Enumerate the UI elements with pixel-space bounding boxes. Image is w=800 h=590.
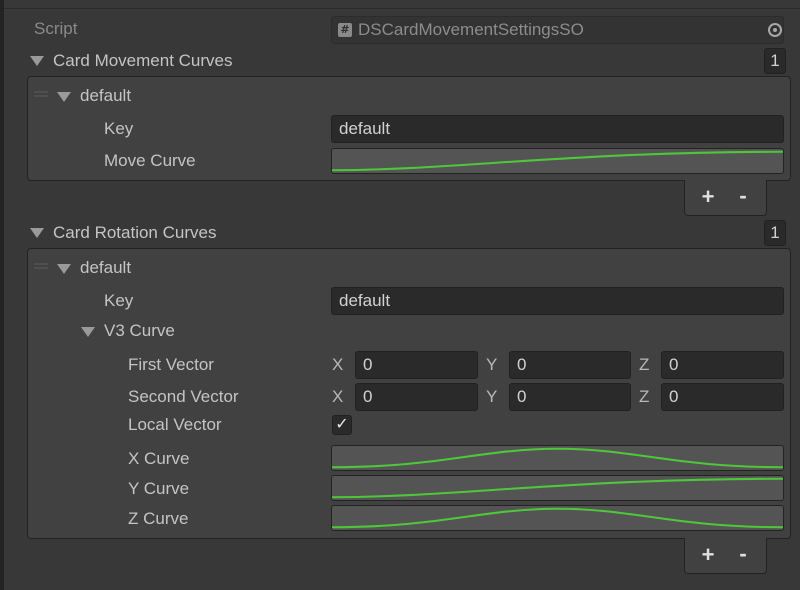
second-vector-x-label[interactable]: X [332,386,343,408]
x-curve-field[interactable] [331,445,784,471]
movement-remove-button[interactable]: - [730,181,756,211]
element-foldout-arrow-icon[interactable] [57,264,71,274]
z-curve-label: Z Curve [128,509,189,528]
first-vector-y-input[interactable]: 0 [509,351,631,379]
y-curve-label: Y Curve [128,479,190,498]
inspector-top-strip [4,0,800,9]
second-vector-x-input[interactable]: 0 [355,383,478,411]
rotation-key-input[interactable]: default [331,287,784,315]
second-vector-y-label[interactable]: Y [486,386,497,408]
movement-key-input[interactable]: default [331,115,784,143]
rotation-add-remove-footer: + - [684,538,767,574]
drag-handle-icon[interactable] [34,91,48,97]
movement-key-label: Key [104,119,134,138]
rotation-list-size-field[interactable]: 1 [764,220,786,246]
move-curve-label: Move Curve [104,151,196,170]
movement-list-title[interactable]: Card Movement Curves [53,50,233,72]
element-foldout-arrow-icon[interactable] [57,92,71,102]
script-label: Script [34,19,78,38]
rotation-add-button[interactable]: + [695,540,721,570]
second-vector-y-input[interactable]: 0 [509,383,631,411]
movement-foldout-arrow-icon[interactable] [30,56,44,66]
y-curve-graph [332,477,783,499]
rotation-remove-button[interactable]: - [730,539,756,569]
move-curve-graph [332,150,783,172]
movement-add-button[interactable]: + [695,182,721,212]
script-object-field[interactable]: # DSCardMovementSettingsSO [331,16,784,44]
first-vector-x-label[interactable]: X [332,354,343,376]
first-vector-x-input[interactable]: 0 [355,351,478,379]
z-curve-graph [332,507,783,529]
rotation-key-label: Key [104,291,134,310]
v3-curve-foldout-arrow-icon[interactable] [81,327,95,337]
inspector-left-border [0,0,4,590]
v3-curve-label[interactable]: V3 Curve [104,320,175,342]
rotation-element-name[interactable]: default [80,257,131,279]
first-vector-label: First Vector [128,355,214,374]
second-vector-z-label[interactable]: Z [639,386,649,408]
y-curve-field[interactable] [331,475,784,501]
movement-add-remove-footer: + - [684,180,767,216]
script-name: DSCardMovementSettingsSO [358,20,584,39]
movement-list-size-field[interactable]: 1 [764,48,786,74]
local-vector-label: Local Vector [128,415,222,434]
x-curve-graph [332,447,783,469]
rotation-foldout-arrow-icon[interactable] [30,228,44,238]
rotation-list-title[interactable]: Card Rotation Curves [53,222,216,244]
first-vector-y-label[interactable]: Y [486,354,497,376]
move-curve-field[interactable] [331,148,784,174]
local-vector-checkbox[interactable]: ✓ [332,415,352,435]
second-vector-z-input[interactable]: 0 [661,383,784,411]
z-curve-field[interactable] [331,505,784,531]
first-vector-z-input[interactable]: 0 [661,351,784,379]
csharp-script-icon: # [338,23,352,37]
object-picker-icon[interactable] [768,23,782,37]
movement-element-name[interactable]: default [80,85,131,107]
drag-handle-icon[interactable] [34,263,48,269]
second-vector-label: Second Vector [128,387,239,406]
first-vector-z-label[interactable]: Z [639,354,649,376]
checkmark-icon: ✓ [335,416,349,433]
x-curve-label: X Curve [128,449,190,468]
